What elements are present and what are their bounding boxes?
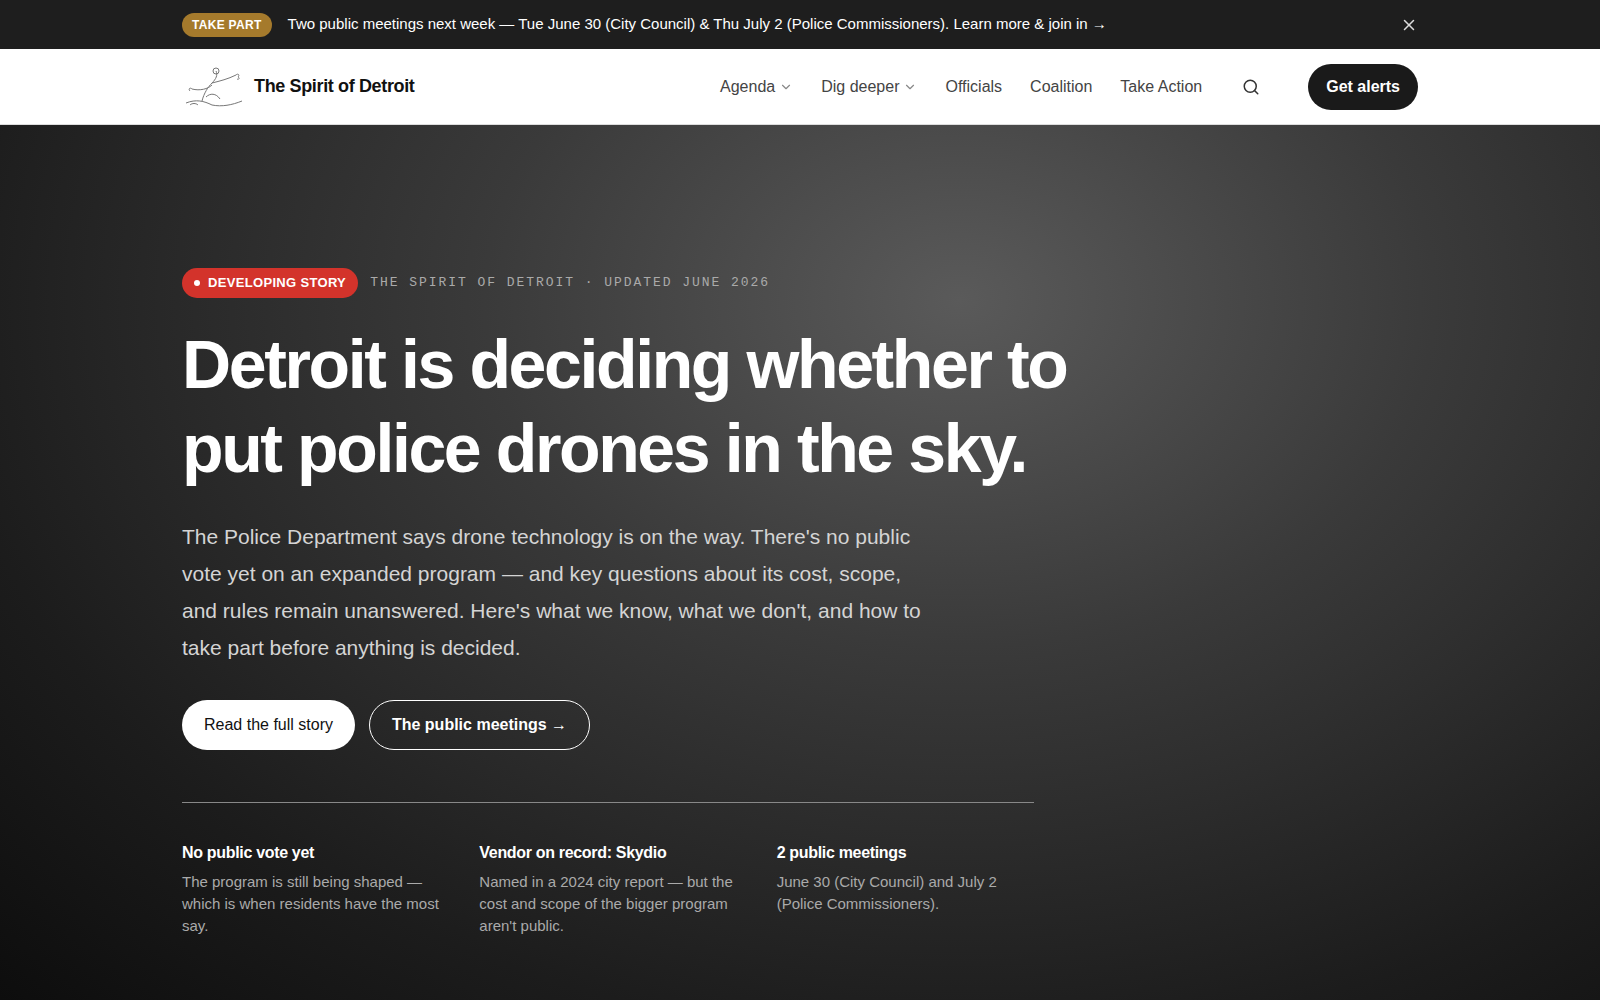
nav-link[interactable]: Dig deeper: [821, 75, 917, 99]
announcement-link[interactable]: Two public meetings next week — Tue June…: [288, 13, 1384, 36]
fact: Vendor on record: SkydioNamed in a 2024 …: [479, 841, 736, 937]
fact: 2 public meetingsJune 30 (City Council) …: [777, 841, 1034, 937]
navbar: The Spirit of Detroit Agenda Dig deeper Off…: [0, 49, 1600, 125]
meta-line: THE SPIRIT OF DETROIT · UPDATED JUNE 202…: [370, 273, 770, 293]
hero: DEVELOPING STORY THE SPIRIT OF DETROIT · …: [0, 125, 1600, 1000]
meetings-button[interactable]: The public meetings →: [369, 700, 590, 750]
nav-link[interactable]: Take Action: [1120, 75, 1202, 99]
read-story-button[interactable]: Read the full story: [182, 700, 355, 750]
announcement-bar: TAKE PART Two public meetings next week —…: [0, 0, 1600, 49]
hero-buttons: Read the full story The public meetings →: [182, 700, 1418, 750]
search-button[interactable]: [1242, 78, 1260, 96]
close-button[interactable]: [1400, 16, 1418, 34]
take-part-badge: TAKE PART: [182, 13, 272, 37]
hero-title: Detroit is deciding whether toput police…: [182, 322, 1418, 490]
close-icon: [1400, 16, 1418, 34]
page: TAKE PART Two public meetings next week —…: [0, 0, 1600, 1000]
nav-links: Agenda Dig deeper Officials Coalition Take A…: [720, 64, 1418, 110]
get-alerts-button[interactable]: Get alerts: [1308, 64, 1418, 110]
nav-link[interactable]: Agenda: [720, 75, 793, 99]
fact: No public vote yetThe program is still b…: [182, 841, 439, 937]
brand[interactable]: The Spirit of Detroit: [182, 65, 414, 109]
chevron-down-icon: [903, 80, 917, 94]
hero-lead: The Police Department says drone technol…: [182, 518, 922, 666]
nav-link[interactable]: Coalition: [1030, 75, 1092, 99]
facts: No public vote yetThe program is still b…: [182, 802, 1034, 937]
statue-logo-icon: [182, 65, 246, 109]
search-icon: [1242, 78, 1260, 96]
developing-badge: DEVELOPING STORY: [182, 268, 358, 298]
nav-link[interactable]: Officials: [945, 75, 1002, 99]
chevron-down-icon: [779, 80, 793, 94]
live-dot: [194, 280, 200, 286]
